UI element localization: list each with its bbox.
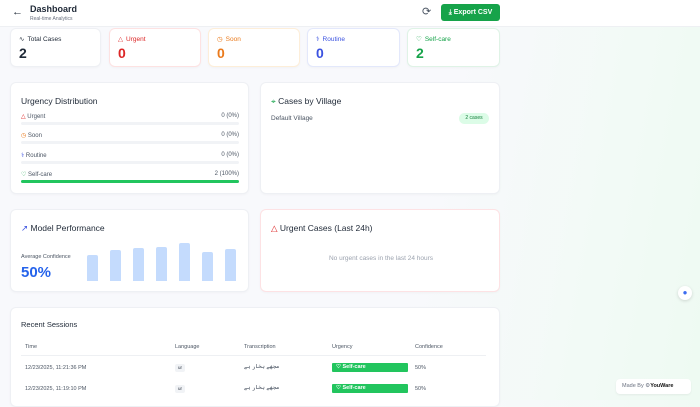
stat-total-cases: ∿ Total Cases 2 (10, 28, 101, 67)
page-title: Dashboard (30, 4, 78, 14)
confidence-bar (179, 243, 190, 281)
card-title: Recent Sessions (21, 320, 78, 329)
card-title: Urgency Distribution (21, 96, 98, 106)
row-label: Self-care (28, 172, 53, 178)
clock-icon: ◷ (217, 36, 223, 43)
stat-routine: ⚕ Routine 0 (307, 28, 400, 67)
cell-time: 12/23/2025, 11:19:10 PM (25, 386, 87, 392)
distribution-row-self-care: ♡ Self-care 2 (100%) (21, 171, 239, 183)
stat-value: 0 (217, 45, 225, 61)
row-label: Routine (25, 153, 47, 159)
made-by-badge[interactable]: Made By ⚙YouWare (616, 379, 691, 394)
refresh-icon[interactable]: ⟳ (422, 5, 431, 18)
card-title-text: Urgent Cases (Last 24h) (279, 223, 373, 233)
stat-soon: ◷ Soon 0 (208, 28, 300, 67)
confidence-bar (133, 248, 144, 281)
stat-label: Soon (225, 35, 241, 43)
activity-icon: ∿ (19, 36, 25, 43)
stat-label: Routine (322, 35, 345, 43)
heart-icon: ♡ (416, 36, 422, 43)
stethoscope-icon: ⚕ (316, 36, 320, 43)
cell-language: ur (175, 364, 185, 372)
card-title-text: Model Performance (30, 223, 105, 233)
stat-label: Self-care (424, 35, 451, 43)
card-title-text: Cases by Village (278, 96, 342, 106)
empty-state: No urgent cases in the last 24 hours (328, 255, 434, 262)
row-count: 2 (100%) (214, 171, 239, 177)
stat-value: 0 (316, 45, 324, 61)
header: ← Dashboard Real-time Analytics ⟳ ⤓ Expo… (0, 0, 700, 27)
column-header: Transcription (244, 344, 276, 350)
stat-value: 2 (416, 45, 424, 61)
urgent-cases-card: △ Urgent Cases (Last 24h) No urgent case… (260, 209, 500, 292)
stat-value: 0 (118, 45, 126, 61)
card-title: △ Urgent Cases (Last 24h) (271, 223, 373, 234)
village-name: Default Village (271, 115, 313, 122)
row-count: 0 (0%) (221, 152, 239, 158)
export-csv-button[interactable]: ⤓ Export CSV (441, 4, 500, 21)
column-header: Urgency (332, 344, 353, 350)
column-header: Language (175, 344, 200, 350)
row-count: 0 (0%) (221, 132, 239, 138)
cell-confidence: 50% (415, 386, 427, 392)
recent-sessions-card: Recent Sessions Time Language Transcript… (10, 307, 500, 407)
urgency-badge: ♡ Self-care (332, 384, 408, 393)
brand-name: YouWare (650, 383, 674, 389)
urgency-label: Self-care (342, 364, 366, 370)
cell-confidence: 50% (415, 365, 427, 371)
cell-transcription: مجھے بخار ہے (244, 385, 280, 391)
cases-by-village-card: ⌖ Cases by Village Default Village 2 cas… (260, 82, 500, 194)
cell-time: 12/23/2025, 11:21:36 PM (25, 365, 87, 371)
stat-label: Total Cases (27, 35, 62, 43)
row-label: Soon (27, 133, 42, 139)
confidence-bar (225, 249, 236, 281)
row-label: Urgent (27, 114, 46, 120)
card-title: ⌖ Cases by Village (271, 96, 341, 107)
export-label: Export CSV (453, 9, 493, 16)
stat-value: 2 (19, 45, 27, 61)
confidence-bar (110, 249, 121, 281)
row-count: 0 (0%) (221, 113, 239, 119)
confidence-bar (156, 247, 167, 281)
confidence-bar (202, 252, 213, 281)
warning-icon: △ (271, 223, 280, 233)
avg-confidence-label: Average Confidence (21, 254, 71, 260)
stat-urgent: △ Urgent 0 (109, 28, 201, 67)
back-arrow-icon[interactable]: ← (12, 6, 23, 18)
urgency-badge: ♡ Self-care (332, 363, 408, 372)
card-title: ↗ Model Performance (21, 223, 105, 234)
column-header: Time (25, 344, 38, 350)
model-performance-card: ↗ Model Performance Average Confidence 5… (10, 209, 249, 292)
warning-icon: △ (118, 36, 123, 43)
distribution-row-urgent: △ Urgent 0 (0%) (21, 113, 239, 125)
cell-transcription: مجھے بخار ہے (244, 364, 280, 370)
distribution-row-routine: ⚕ Routine 0 (0%) (21, 152, 239, 164)
stat-self-care: ♡ Self-care 2 (407, 28, 500, 67)
stat-label: Urgent (126, 35, 146, 43)
chat-assistant-button[interactable]: ● (678, 286, 692, 300)
distribution-row-soon: ◷ Soon 0 (0%) (21, 132, 239, 144)
avg-confidence-value: 50% (21, 264, 52, 281)
column-header: Confidence (415, 344, 443, 350)
page-subtitle: Real-time Analytics (30, 16, 73, 22)
confidence-bar (87, 255, 98, 281)
made-by-label: Made By (622, 383, 644, 389)
cell-language: ur (175, 385, 185, 393)
clock-icon: ◷ (21, 133, 28, 139)
heart-icon: ♡ (21, 172, 29, 178)
village-case-badge: 2 cases (459, 113, 489, 124)
urgency-label: Self-care (342, 385, 366, 391)
urgency-distribution-card: Urgency Distribution △ Urgent 0 (0%) ◷ So… (10, 82, 249, 194)
